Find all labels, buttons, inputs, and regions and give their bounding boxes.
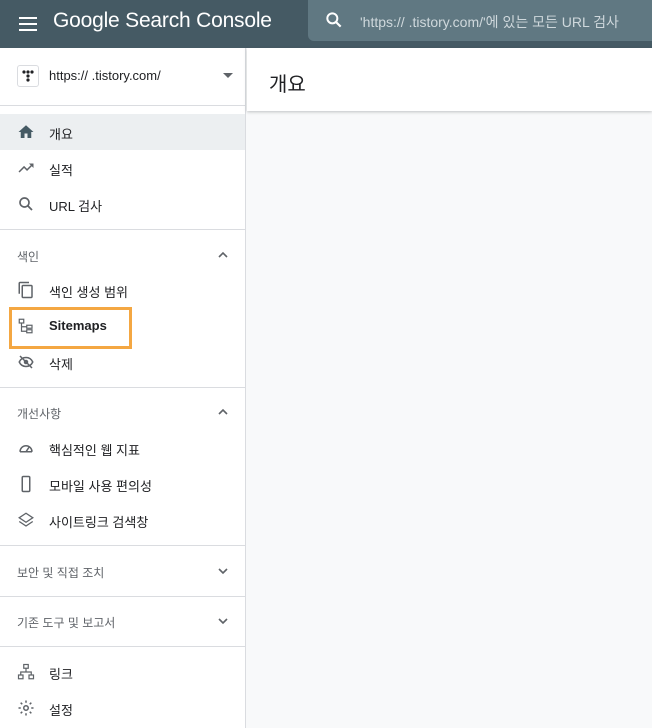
search-icon: [324, 10, 344, 30]
section-legacy-tools[interactable]: 기존 도구 및 보고서: [0, 603, 245, 639]
nav-label: 설정: [49, 703, 73, 718]
nav-label: 모바일 사용 편의성: [49, 479, 152, 494]
url-inspect-search[interactable]: 'https:// .tistory.com/'에 있는 모든 URL 검사: [308, 0, 652, 41]
nav-item-mobile-usability[interactable]: 모바일 사용 편의성: [0, 466, 245, 502]
layers-icon: [17, 511, 35, 529]
nav-label: 핵심적인 웹 지표: [49, 443, 140, 458]
menu-icon[interactable]: [16, 12, 40, 36]
nav-label: 개요: [49, 127, 73, 142]
section-label: 개선사항: [17, 407, 62, 421]
chevron-down-icon: [216, 564, 230, 578]
sitemaps-highlight-box: [9, 307, 132, 349]
property-url: https:// .tistory.com/: [49, 68, 161, 83]
section-label: 보안 및 직접 조치: [17, 566, 105, 580]
divider: [0, 229, 245, 230]
sidebar: https:// .tistory.com/ 개요 실적 URL 검사 색인 색…: [0, 48, 246, 728]
section-enhancements[interactable]: 개선사항: [0, 394, 245, 430]
nav-label: 사이트링크 검색창: [49, 515, 149, 530]
search-input[interactable]: 'https:// .tistory.com/'에 있는 모든 URL 검사: [360, 12, 619, 32]
nav-item-url-inspection[interactable]: URL 검사: [0, 186, 245, 222]
nav-label: 색인 생성 범위: [49, 285, 128, 300]
divider: [0, 387, 245, 388]
section-security[interactable]: 보안 및 직접 조치: [0, 553, 245, 589]
nav-item-core-web-vitals[interactable]: 핵심적인 웹 지표: [0, 430, 245, 466]
nav-label: 실적: [49, 163, 73, 178]
visibility-off-icon: [17, 353, 35, 371]
section-label: 기존 도구 및 보고서: [17, 616, 116, 630]
section-label: 색인: [17, 250, 40, 264]
divider: [0, 545, 245, 546]
nav-item-performance[interactable]: 실적: [0, 150, 245, 186]
home-icon: [17, 123, 35, 141]
settings-icon: [17, 699, 35, 717]
page-header: 개요: [247, 48, 652, 111]
nav-label: 삭제: [49, 357, 73, 372]
page-title: 개요: [269, 74, 306, 96]
top-app-bar: Google Search Console 'https:// .tistory…: [0, 0, 652, 48]
speed-icon: [17, 439, 35, 457]
nav-item-sitelinks-searchbox[interactable]: 사이트링크 검색창: [0, 502, 245, 538]
copy-icon: [17, 281, 35, 299]
smartphone-icon: [17, 475, 35, 493]
nav-item-overview[interactable]: 개요: [0, 114, 245, 150]
trending-up-icon: [17, 159, 35, 177]
app-logo[interactable]: Google Search Console: [53, 9, 272, 33]
property-selector[interactable]: https:// .tistory.com/: [0, 48, 245, 106]
search-icon: [17, 195, 35, 213]
divider: [0, 596, 245, 597]
section-index[interactable]: 색인: [0, 237, 245, 273]
nav-item-removals[interactable]: 삭제: [0, 344, 245, 380]
chevron-down-icon: [216, 614, 230, 628]
divider: [0, 646, 245, 647]
nav-label: URL 검사: [49, 199, 103, 214]
nav-item-coverage[interactable]: 색인 생성 범위: [0, 272, 245, 308]
chevron-up-icon: [216, 248, 230, 262]
tistory-icon: [17, 65, 39, 87]
nav-label: 링크: [49, 667, 73, 682]
nav-item-settings[interactable]: 설정: [0, 690, 245, 726]
nav-item-links[interactable]: 링크: [0, 654, 245, 690]
links-icon: [17, 663, 35, 681]
caret-down-icon: [223, 73, 233, 78]
chevron-up-icon: [216, 405, 230, 419]
